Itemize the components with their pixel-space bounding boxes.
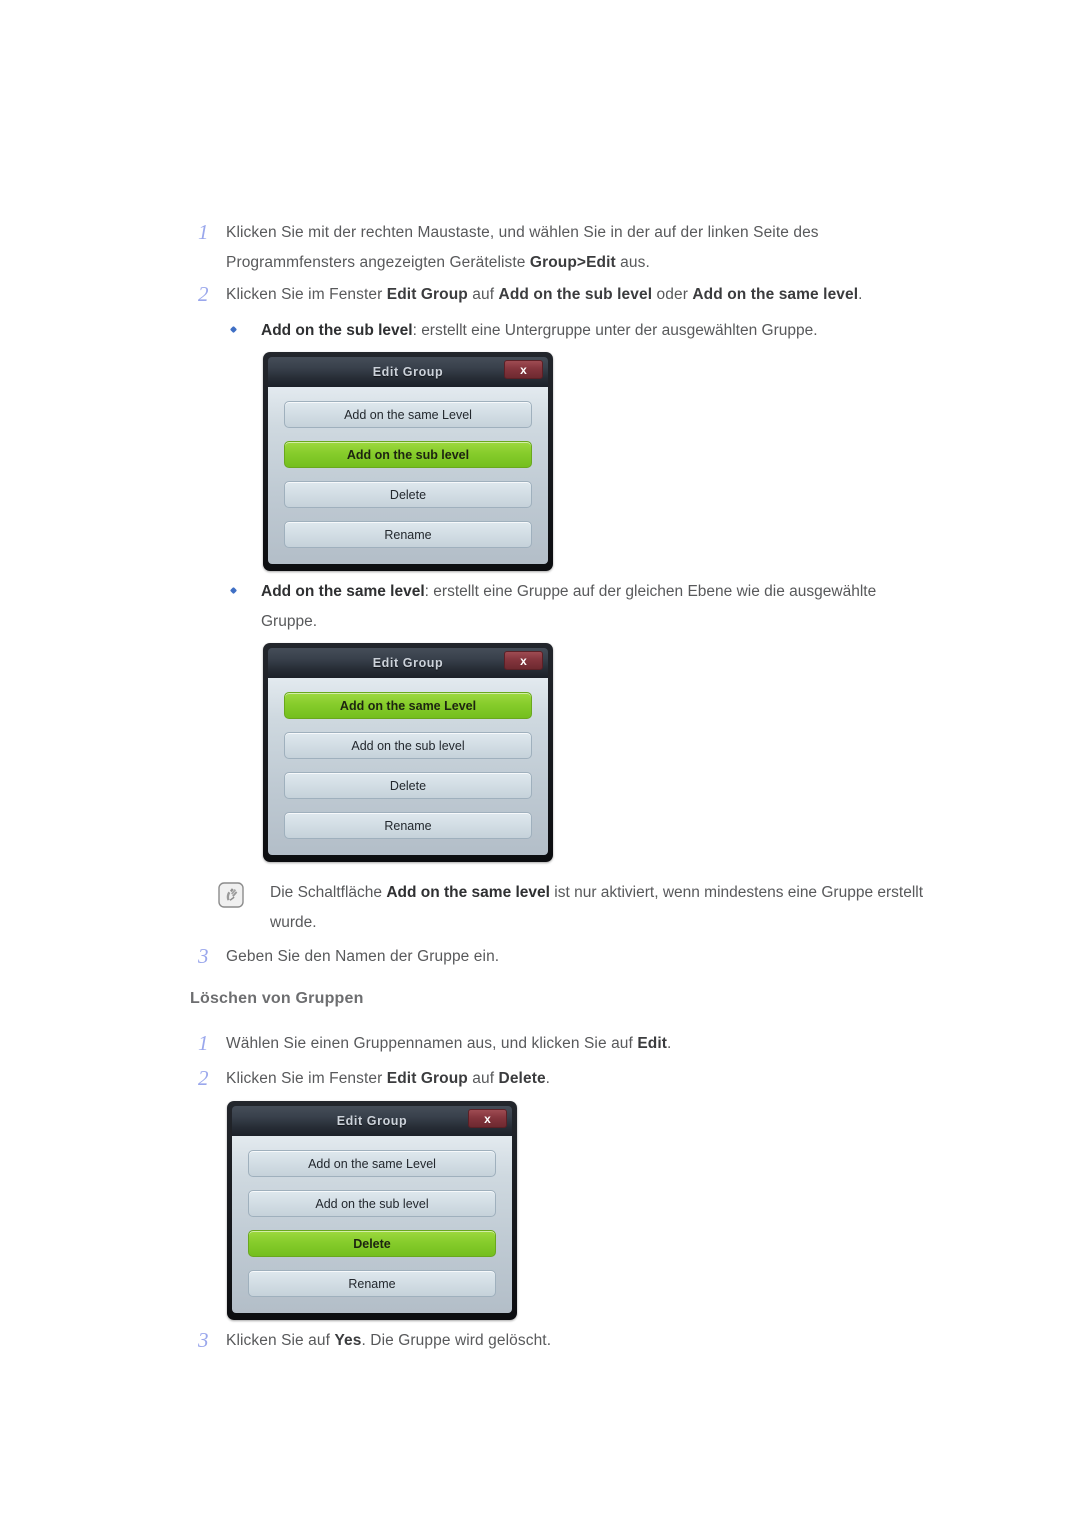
dialog-1-button-add-sub-level[interactable]: Add on the sub level — [284, 441, 532, 468]
step-1-line1: Klicken Sie mit der rechten Maustaste, u… — [226, 224, 819, 241]
section-heading-loeschen-von-gruppen: Löschen von Gruppen — [190, 990, 364, 1007]
step-2-editgroup: Edit Group — [386, 286, 468, 303]
dialog-2-button-rename[interactable]: Rename — [284, 812, 532, 839]
delete-step-2-e: . — [545, 1070, 551, 1087]
bullet-2-line2: Gruppe. — [261, 613, 318, 630]
dialog-2-close-icon[interactable]: x — [504, 651, 543, 670]
delete-step-1: 1 Wählen Sie einen Gruppennamen aus, und… — [190, 1029, 950, 1059]
delete-step-2-number: 2 — [198, 1066, 209, 1090]
delete-step-3-c: . Die Gruppe wird gelöscht. — [361, 1332, 552, 1349]
step-2-g: . — [858, 286, 863, 303]
dialog-2-button-add-sub-level[interactable]: Add on the sub level — [284, 732, 532, 759]
step-2-a: Klicken Sie im Fenster — [226, 286, 387, 303]
delete-step-2: 2 Klicken Sie im Fenster Edit Group auf … — [190, 1064, 950, 1094]
step-3: 3 Geben Sie den Namen der Gruppe ein. — [190, 942, 950, 972]
delete-step-2-text: Klicken Sie im Fenster Edit Group auf De… — [226, 1064, 550, 1094]
dialog-3-titlebar: Edit Group x — [232, 1106, 512, 1136]
delete-step-1-number: 1 — [198, 1031, 209, 1055]
step-2-number: 2 — [198, 282, 209, 306]
dialog-1-body: Add on the same Level Add on the sub lev… — [268, 387, 548, 564]
dialog-2-body: Add on the same Level Add on the sub lev… — [268, 678, 548, 855]
note-block: Die Schaltfläche Add on the same level i… — [218, 878, 1008, 938]
dialog-1-close-icon[interactable]: x — [504, 360, 543, 379]
delete-step-1-c: . — [667, 1035, 672, 1052]
bullet-2-rest: : erstellt eine Gruppe auf der gleichen … — [424, 583, 877, 600]
bullet-sub-level: Add on the sub level: erstellt eine Unte… — [225, 316, 985, 346]
dialog-1-title: Edit Group — [372, 365, 444, 379]
dialog-2-title: Edit Group — [372, 656, 444, 670]
bullet-same-level: Add on the same level: erstellt eine Gru… — [225, 577, 1005, 637]
step-3-number: 3 — [198, 944, 209, 968]
delete-step-2-a: Klicken Sie im Fenster — [226, 1070, 387, 1087]
note-c: ist nur aktiviert, wenn mindestens eine … — [549, 884, 924, 901]
note-line2: wurde. — [270, 914, 317, 931]
step-3-text: Geben Sie den Namen der Gruppe ein. — [226, 948, 500, 965]
delete-step-3-a: Klicken Sie auf — [226, 1332, 335, 1349]
delete-step-2-editgroup: Edit Group — [386, 1070, 468, 1087]
bullet-marker — [225, 577, 261, 607]
note-text: Die Schaltfläche Add on the same level i… — [270, 878, 923, 938]
step-2-c: auf — [467, 286, 499, 303]
delete-step-1-text: Wählen Sie einen Gruppennamen aus, und k… — [226, 1029, 671, 1059]
step-1-number: 1 — [198, 220, 209, 244]
dialog-1-titlebar: Edit Group x — [268, 357, 548, 387]
step-1-text: Klicken Sie mit der rechten Maustaste, u… — [226, 218, 819, 278]
bullet-sub-level-text: Add on the sub level: erstellt eine Unte… — [261, 316, 818, 346]
dialog-1-button-delete[interactable]: Delete — [284, 481, 532, 508]
step-2-text: Klicken Sie im Fenster Edit Group auf Ad… — [226, 280, 863, 310]
dialog-2-button-add-same-level[interactable]: Add on the same Level — [284, 692, 532, 719]
delete-step-3-text: Klicken Sie auf Yes. Die Gruppe wird gel… — [226, 1326, 551, 1356]
step-1-line2-post: aus. — [615, 254, 650, 271]
delete-step-2-delete: Delete — [498, 1070, 546, 1087]
bullet-1-bold: Add on the sub level — [261, 322, 413, 339]
dialog-3-close-icon[interactable]: x — [468, 1109, 507, 1128]
dialog-3-button-add-same-level[interactable]: Add on the same Level — [248, 1150, 496, 1177]
step-2-samelevel: Add on the same level — [692, 286, 859, 303]
delete-step-1-a: Wählen Sie einen Gruppennamen aus, und k… — [226, 1035, 638, 1052]
delete-step-3: 3 Klicken Sie auf Yes. Die Gruppe wird g… — [190, 1326, 950, 1356]
step-2: 2 Klicken Sie im Fenster Edit Group auf … — [190, 280, 990, 310]
dialog-3-button-delete[interactable]: Delete — [248, 1230, 496, 1257]
edit-group-dialog-1[interactable]: Edit Group x Add on the same Level Add o… — [263, 352, 553, 571]
dialog-3-body: Add on the same Level Add on the sub lev… — [232, 1136, 512, 1313]
dialog-2-button-delete[interactable]: Delete — [284, 772, 532, 799]
note-a: Die Schaltfläche — [270, 884, 387, 901]
step-1-line2-pre: Programmfensters angezeigten Geräteliste — [226, 254, 530, 271]
dialog-1-button-rename[interactable]: Rename — [284, 521, 532, 548]
bullet-1-rest: : erstellt eine Untergruppe unter der au… — [412, 322, 818, 339]
step-1: 1 Klicken Sie mit der rechten Maustaste,… — [190, 218, 950, 278]
bullet-dot-icon — [229, 586, 238, 595]
delete-step-1-edit: Edit — [637, 1035, 668, 1052]
bullet-marker — [225, 316, 261, 346]
dialog-2-titlebar: Edit Group x — [268, 648, 548, 678]
delete-step-3-yes: Yes — [334, 1332, 362, 1349]
note-bold: Add on the same level — [386, 884, 550, 901]
dialog-3-button-add-sub-level[interactable]: Add on the sub level — [248, 1190, 496, 1217]
note-pencil-icon — [218, 882, 244, 908]
dialog-3-button-rename[interactable]: Rename — [248, 1270, 496, 1297]
bullet-dot-icon — [229, 325, 238, 334]
bullet-2-bold: Add on the same level — [261, 583, 425, 600]
document-page: 1 Klicken Sie mit der rechten Maustaste,… — [0, 0, 1080, 1527]
dialog-1-button-add-same-level[interactable]: Add on the same Level — [284, 401, 532, 428]
delete-step-3-number: 3 — [198, 1328, 209, 1352]
bullet-same-level-text: Add on the same level: erstellt eine Gru… — [261, 577, 876, 637]
step-2-e: oder — [652, 286, 693, 303]
step-2-sublevel: Add on the sub level — [498, 286, 653, 303]
step-1-groupedit: Group>Edit — [529, 254, 616, 271]
edit-group-dialog-2[interactable]: Edit Group x Add on the same Level Add o… — [263, 643, 553, 862]
edit-group-dialog-3[interactable]: Edit Group x Add on the same Level Add o… — [227, 1101, 517, 1320]
dialog-3-title: Edit Group — [336, 1114, 408, 1128]
delete-step-2-c: auf — [467, 1070, 499, 1087]
